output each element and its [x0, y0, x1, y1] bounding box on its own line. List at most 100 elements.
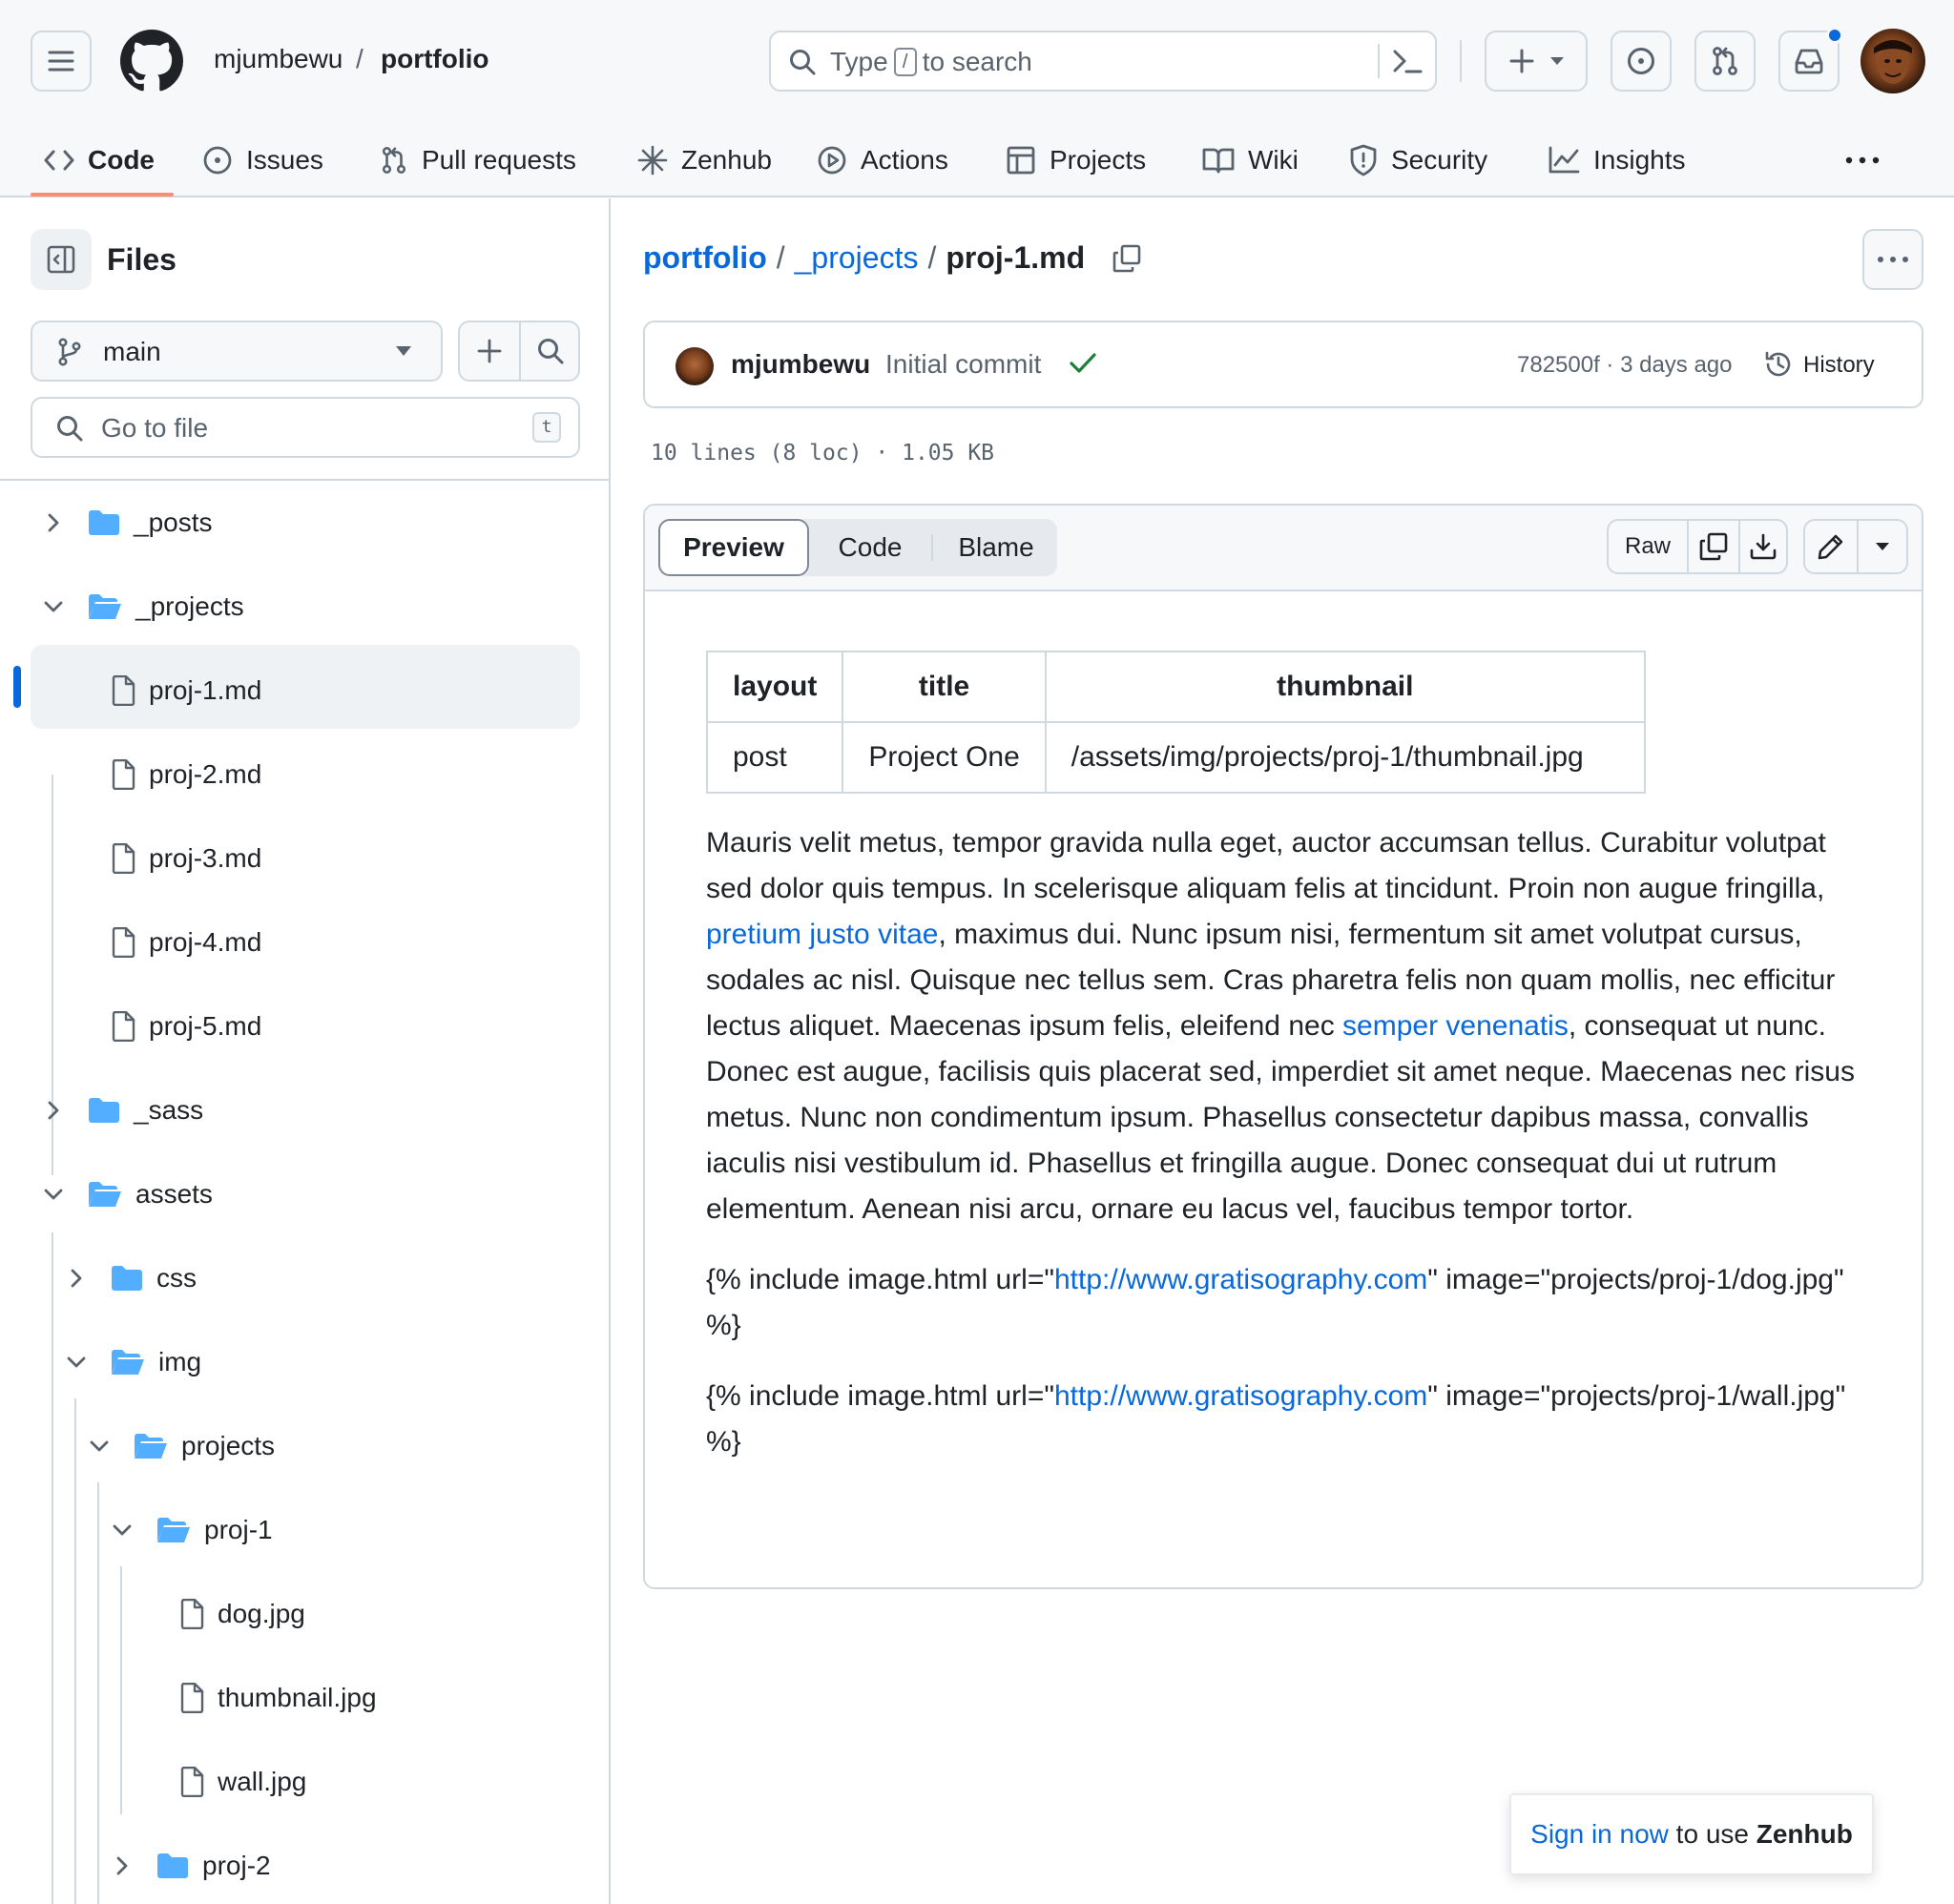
- collapse-sidebar-button[interactable]: [31, 229, 92, 290]
- caret-down-icon: [1875, 542, 1890, 551]
- tree-item-label: proj-1: [204, 1515, 273, 1544]
- add-file-button[interactable]: [460, 322, 519, 380]
- preview-tab[interactable]: Preview: [658, 519, 809, 576]
- tree-file[interactable]: thumbnail.jpg: [134, 1656, 377, 1740]
- crumb-separator: /: [356, 44, 364, 73]
- go-to-file-input[interactable]: Go to file t: [31, 397, 580, 458]
- blame-tab[interactable]: Blame: [935, 519, 1057, 576]
- tree-file[interactable]: proj-5.md: [65, 984, 261, 1068]
- file-tree-sidebar: Files main Go to file t _posts _projects p…: [0, 198, 611, 1904]
- tree-folder[interactable]: _projects: [42, 565, 244, 649]
- chevron-right-icon[interactable]: [42, 1100, 65, 1121]
- tab-zenhub[interactable]: Zenhub: [637, 124, 772, 197]
- paragraph-text: , consequat ut nunc. Donec est augue, fa…: [706, 1010, 1855, 1225]
- tab-issues[interactable]: Issues: [202, 124, 323, 197]
- tree-file[interactable]: proj-2.md: [65, 733, 261, 817]
- tree-folder[interactable]: img: [65, 1320, 201, 1404]
- chevron-right-icon[interactable]: [42, 512, 65, 533]
- chevron-right-icon[interactable]: [65, 1268, 88, 1289]
- download-button[interactable]: [1738, 521, 1788, 572]
- tree-item-label: thumbnail.jpg: [218, 1683, 377, 1712]
- tab-projects[interactable]: Projects: [1006, 124, 1146, 197]
- tree-item-label: wall.jpg: [218, 1767, 307, 1796]
- search-files-button[interactable]: [521, 322, 580, 380]
- breadcrumb-dir-link[interactable]: _projects: [795, 240, 919, 276]
- chevron-down-icon[interactable]: [42, 600, 65, 613]
- repo-name-link[interactable]: portfolio: [381, 44, 489, 74]
- tab-pull-requests[interactable]: Pull requests: [380, 124, 576, 197]
- table-cell: Project One: [842, 721, 1047, 794]
- search-placeholder-after: to search: [922, 47, 1032, 76]
- caret-down-icon: [1549, 56, 1565, 66]
- issue-opened-icon: [1626, 46, 1656, 76]
- inline-link[interactable]: semper venenatis: [1342, 1010, 1569, 1042]
- inline-link[interactable]: pretium justo vitae: [706, 919, 938, 950]
- go-to-file-placeholder: Go to file: [101, 413, 209, 443]
- commit-sha-and-age[interactable]: 782500f · 3 days ago: [1517, 352, 1733, 379]
- file-breadcrumb: portfolio / _projects / proj-1.md: [643, 240, 1142, 276]
- check-icon[interactable]: [1069, 351, 1097, 376]
- commit-author-avatar[interactable]: [676, 347, 714, 385]
- tab-actions[interactable]: Actions: [817, 124, 948, 197]
- user-avatar[interactable]: [1860, 29, 1925, 93]
- copy-path-icon[interactable]: [1112, 243, 1142, 274]
- tree-file[interactable]: wall.jpg: [134, 1740, 306, 1824]
- branch-selector[interactable]: main: [31, 321, 443, 382]
- tab-wiki[interactable]: Wiki: [1202, 124, 1299, 197]
- code-icon: [44, 149, 74, 172]
- github-logo-icon[interactable]: [120, 30, 183, 93]
- history-link[interactable]: History: [1803, 352, 1875, 379]
- tree-item-label: _posts: [134, 507, 213, 537]
- inline-link[interactable]: http://www.gratisography.com: [1054, 1264, 1427, 1295]
- commit-author[interactable]: mjumbewu: [731, 349, 870, 380]
- folder-open-icon: [88, 1181, 122, 1208]
- chevron-down-icon[interactable]: [111, 1523, 134, 1537]
- tree-file[interactable]: proj-1.md: [65, 649, 261, 733]
- breadcrumb-repo-link[interactable]: portfolio: [643, 240, 767, 276]
- tree-file[interactable]: dog.jpg: [134, 1572, 305, 1656]
- tab-insights[interactable]: Insights: [1548, 124, 1686, 197]
- inline-link[interactable]: http://www.gratisography.com: [1054, 1380, 1427, 1412]
- zenhub-banner-text: to use: [1668, 1819, 1757, 1849]
- tree-folder[interactable]: proj-1: [111, 1488, 273, 1572]
- chevron-down-icon[interactable]: [88, 1439, 111, 1453]
- view-mode-toggle: Preview Code Blame: [658, 519, 1057, 576]
- pull-requests-button[interactable]: [1694, 31, 1756, 92]
- tree-folder[interactable]: proj-2: [111, 1824, 271, 1904]
- copy-raw-button[interactable]: [1689, 521, 1738, 572]
- tree-folder[interactable]: projects: [88, 1404, 275, 1488]
- search-input[interactable]: Type / to search: [769, 31, 1437, 92]
- chevron-right-icon[interactable]: [111, 1855, 134, 1876]
- edit-file-button[interactable]: [1805, 521, 1857, 572]
- tab-security[interactable]: Security: [1349, 124, 1487, 197]
- chevron-down-icon[interactable]: [65, 1356, 88, 1369]
- latest-commit-box: mjumbewu Initial commit 782500f · 3 days…: [643, 321, 1923, 408]
- git-branch-icon: [57, 338, 82, 366]
- more-icon[interactable]: [1843, 145, 1881, 176]
- file-more-options-button[interactable]: [1862, 229, 1923, 290]
- tab-label: Issues: [246, 145, 323, 175]
- code-tab[interactable]: Code: [809, 519, 931, 576]
- tree-folder[interactable]: css: [65, 1236, 197, 1320]
- tree-file[interactable]: proj-4.md: [65, 900, 261, 984]
- tab-code[interactable]: Code: [44, 124, 155, 197]
- tree-folder[interactable]: _posts: [42, 481, 213, 565]
- raw-button[interactable]: Raw: [1609, 521, 1687, 572]
- tree-guide: [120, 1566, 122, 1814]
- create-new-button[interactable]: [1485, 31, 1588, 92]
- issues-button[interactable]: [1611, 31, 1672, 92]
- commit-message[interactable]: Initial commit: [885, 349, 1041, 380]
- tree-item-label: projects: [181, 1431, 276, 1460]
- chevron-down-icon[interactable]: [42, 1188, 65, 1201]
- menu-button[interactable]: [31, 31, 92, 92]
- breadcrumb-current-file: proj-1.md: [946, 240, 1086, 275]
- paragraph-text: Mauris velit metus, tempor gravida nulla…: [706, 827, 1826, 904]
- tree-guide: [97, 1482, 99, 1904]
- tree-folder[interactable]: _sass: [42, 1068, 203, 1152]
- repo-owner-link[interactable]: mjumbewu: [214, 44, 343, 74]
- command-palette-icon[interactable]: [1391, 46, 1424, 76]
- edit-options-dropdown[interactable]: [1859, 521, 1906, 572]
- tree-file[interactable]: proj-3.md: [65, 817, 261, 900]
- tree-folder[interactable]: assets: [42, 1152, 213, 1236]
- zenhub-signin-link[interactable]: Sign in now: [1530, 1819, 1669, 1850]
